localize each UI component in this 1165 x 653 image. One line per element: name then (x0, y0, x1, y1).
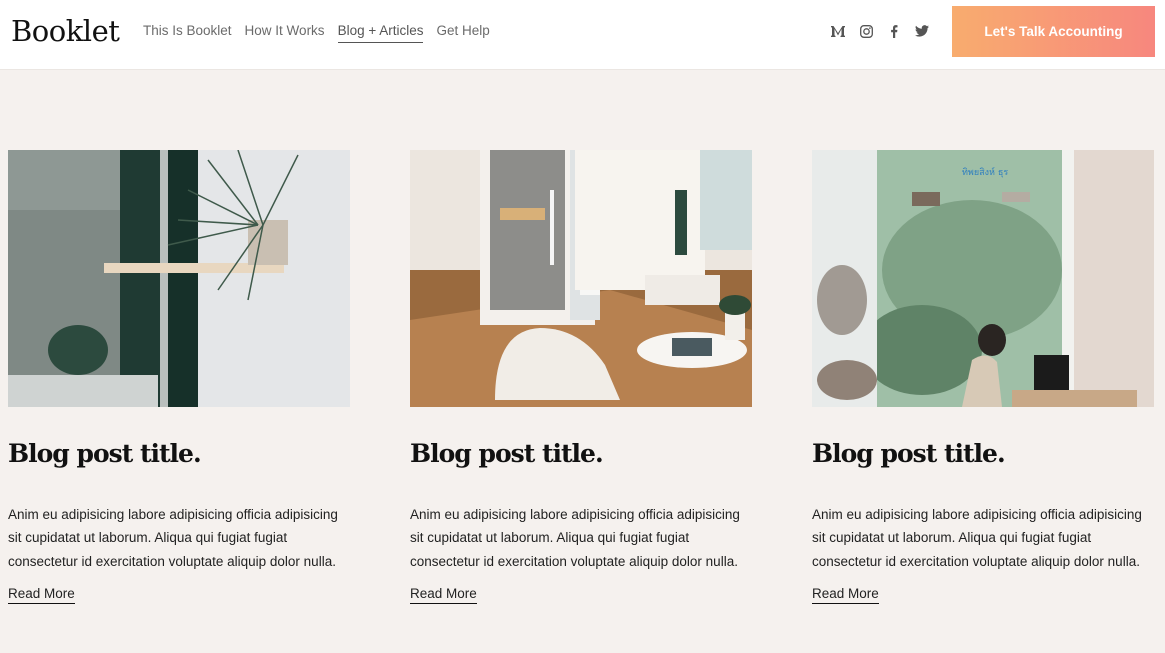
instagram-icon[interactable] (859, 24, 873, 38)
read-more-link[interactable]: Read More (8, 586, 75, 604)
read-more-link[interactable]: Read More (812, 586, 879, 604)
office-phone-booth-photo[interactable] (410, 150, 752, 407)
site-header: Booklet This Is Booklet How It Works Blo… (0, 0, 1165, 70)
twitter-icon[interactable] (915, 24, 929, 38)
medium-icon[interactable] (831, 24, 845, 38)
blog-posts-grid: Blog post title. Anim eu adipisicing lab… (8, 150, 1154, 604)
post-excerpt: Anim eu adipisicing labore adipisicing o… (410, 507, 740, 569)
post-title[interactable]: Blog post title. (8, 437, 350, 471)
logo[interactable]: Booklet (11, 13, 120, 49)
blog-post-card: Blog post title. Anim eu adipisicing lab… (410, 150, 752, 604)
blog-post-card: ทิพยสิงห์ ธุร Blog post title. Anim eu a… (812, 150, 1154, 604)
lets-talk-accounting-button[interactable]: Let's Talk Accounting (952, 6, 1155, 57)
blog-post-card: Blog post title. Anim eu adipisicing lab… (8, 150, 350, 604)
nav-how-it-works[interactable]: How It Works (245, 22, 325, 43)
post-title[interactable]: Blog post title. (812, 437, 1154, 471)
main-nav: This Is Booklet How It Works Blog + Arti… (143, 22, 490, 43)
svg-text:ทิพยสิงห์ ธุร: ทิพยสิงห์ ธุร (962, 166, 1008, 178)
nav-get-help[interactable]: Get Help (436, 22, 489, 43)
read-more-link[interactable]: Read More (410, 586, 477, 604)
post-excerpt: Anim eu adipisicing labore adipisicing o… (8, 507, 338, 569)
social-links (831, 24, 929, 38)
post-excerpt: Anim eu adipisicing labore adipisicing o… (812, 507, 1142, 569)
post-title[interactable]: Blog post title. (410, 437, 752, 471)
plant-on-shelf-photo[interactable] (8, 150, 350, 407)
facebook-icon[interactable] (887, 24, 901, 38)
nav-blog-articles[interactable]: Blog + Articles (337, 22, 424, 43)
nav-this-is-booklet[interactable]: This Is Booklet (143, 22, 232, 43)
woman-at-counter-photo[interactable]: ทิพยสิงห์ ธุร (812, 150, 1154, 407)
